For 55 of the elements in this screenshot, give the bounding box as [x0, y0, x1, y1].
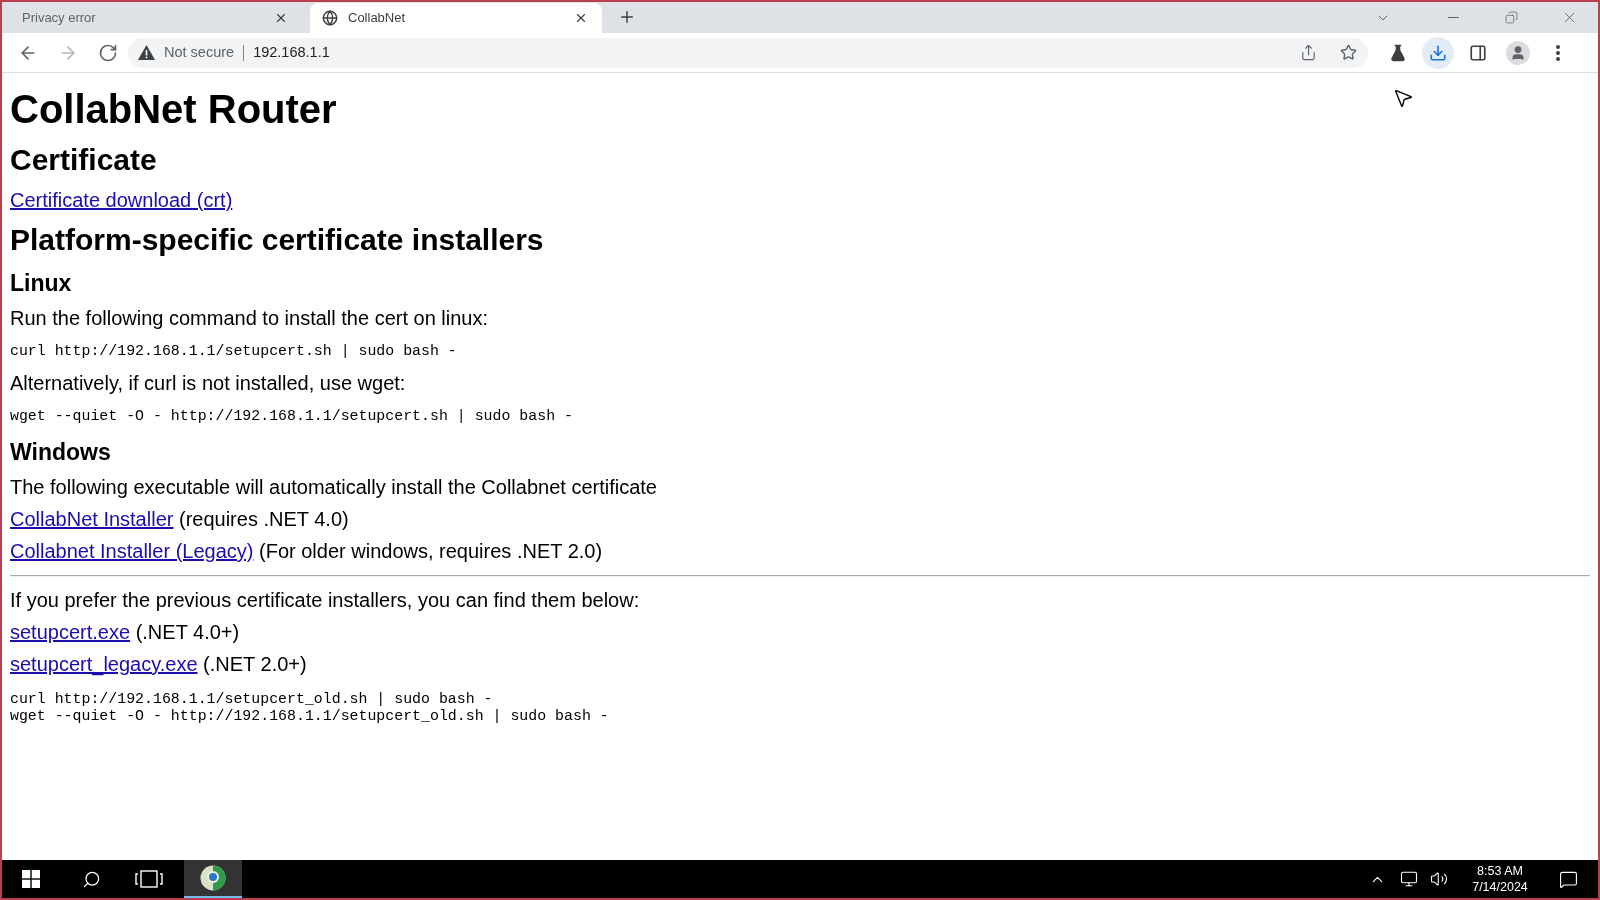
download-line: setupcert.exe (.NET 4.0+): [10, 620, 240, 644]
profile-icon: [1506, 40, 1530, 65]
download-icon: [1429, 43, 1447, 62]
code-line: wget --quiet -O - http://192.168.1.1/setupcert_old.sh | sudo bash -: [10, 707, 609, 724]
download-link[interactable]: Collabnet Installer (Legacy): [10, 540, 254, 562]
download-line: setupcert_legacy.exe (.NET 2.0+): [10, 652, 307, 676]
star-icon: [1339, 44, 1357, 61]
code-line: curl http://192.168.1.1/setupcert_old.sh | sudo bash -: [10, 691, 493, 708]
paragraph: If you prefer the previous certificate installers, you can find them below:: [10, 588, 640, 612]
taskbar-app-button[interactable]: [184, 860, 242, 898]
download-link[interactable]: CollabNet Installer: [10, 508, 174, 530]
side-panel-icon: [1469, 43, 1487, 62]
subsection-heading: Linux: [10, 269, 72, 297]
clock-button[interactable]: 8:53 AM 7/14/2024: [1460, 860, 1540, 898]
paragraph: Alternatively, if curl is not installed, use wget:: [10, 370, 406, 395]
download-line: Collabnet Installer (Legacy) (For older windows, requires .NET 2.0): [10, 539, 603, 563]
mouse-pointer-icon: [1392, 87, 1414, 109]
speaker-icon: [1430, 870, 1448, 888]
code-line: curl http://192.168.1.1/setupcert.sh | sudo bash -: [10, 343, 457, 360]
globe-icon: [322, 10, 338, 26]
start-icon: [22, 870, 40, 888]
download-link[interactable]: setupcert.exe: [10, 621, 131, 643]
clock-time: 8:53 AM: [1477, 863, 1523, 879]
clock-date: 7/14/2024: [1472, 879, 1528, 895]
app-icon: [200, 865, 226, 891]
download-line: CollabNet Installer (requires .NET 4.0): [10, 507, 349, 531]
minimize-icon: [1447, 17, 1459, 18]
plus-icon: [618, 8, 636, 26]
url-text: 192.168.1.1: [253, 42, 330, 62]
download-link[interactable]: setupcert_legacy.exe: [10, 653, 198, 675]
close-icon: [574, 11, 588, 25]
reload-icon: [98, 42, 118, 63]
security-label: Not secure: [164, 42, 235, 62]
menu-icon: [1556, 44, 1560, 61]
section-heading: Platform-specific certificate installers: [10, 222, 544, 258]
browser-tab[interactable]: Privacy error: [10, 3, 302, 33]
notification-icon: [1558, 869, 1578, 889]
download-button[interactable]: [1422, 36, 1454, 69]
share-icon: [1299, 44, 1317, 61]
warning-icon: [138, 45, 155, 60]
section-heading: Certificate: [10, 142, 157, 178]
address-bar[interactable]: Not secure 192.168.1.1: [128, 37, 1368, 68]
paragraph: The following executable will automatically install the Collabnet certificate: [10, 475, 657, 499]
monitor-icon: [1400, 870, 1418, 888]
subsection-heading: Windows: [10, 438, 111, 466]
restore-icon: [1504, 11, 1518, 24]
download-link[interactable]: Certificate download (crt): [10, 189, 233, 211]
search-icon: [81, 869, 101, 889]
code-line: wget --quiet -O - http://192.168.1.1/setupcert.sh | sudo bash -: [10, 407, 573, 424]
flask-icon: [1389, 43, 1407, 62]
paragraph: Run the following command to install the cert on linux:: [10, 306, 489, 330]
close-icon: [274, 11, 288, 25]
task-view-icon: [135, 870, 163, 888]
browser-tab[interactable]: CollabNet: [310, 3, 602, 33]
page-title: CollabNet Router: [10, 86, 337, 132]
